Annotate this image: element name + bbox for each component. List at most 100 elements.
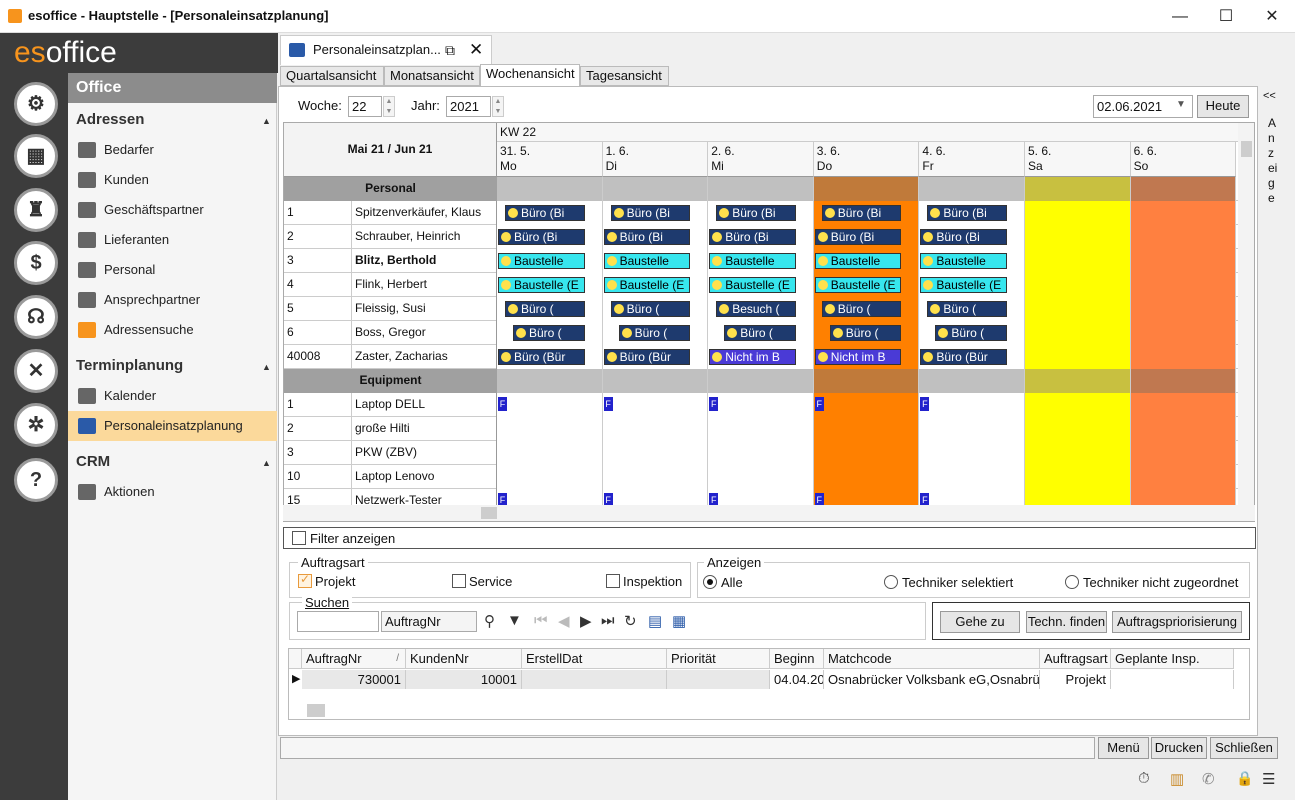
appointment-block[interactable]: Büro (Bür [920,349,1007,365]
day-cell[interactable] [1025,201,1131,225]
day-cell[interactable] [1130,321,1237,345]
appointment-block[interactable]: Büro (Bi [814,229,902,245]
stopwatch-icon[interactable]: ⏱ [1138,770,1150,787]
employee-name[interactable]: Blitz, Berthold [352,249,497,273]
day-cell[interactable] [497,465,603,489]
woche-input[interactable]: 22 [348,96,382,117]
popout-icon[interactable]: ⧉ [445,36,455,64]
day-cell[interactable] [1130,177,1237,201]
day-header[interactable]: 31. 5. Mo [497,142,603,177]
column-header[interactable]: AuftragNr / [302,649,406,669]
day-cell[interactable] [813,177,920,201]
nav-item-adressensuche[interactable]: Adressensuche [68,315,277,345]
collapse-panel-icon[interactable]: << [1263,90,1276,102]
equipment-marker[interactable]: F [603,397,613,411]
day-cell[interactable] [602,393,709,417]
appointment-block[interactable]: Büro (Bi [603,229,691,245]
employee-name[interactable]: Zaster, Zacharias [352,345,497,369]
day-header[interactable]: 5. 6. Sa [1025,142,1131,177]
appointment-block[interactable]: Büro (Bi [610,205,691,221]
phone-icon[interactable]: ✆ [1202,770,1215,788]
support-module-icon[interactable]: ☊ [14,295,58,339]
tab-monatsansicht[interactable]: Monatsansicht [384,66,480,86]
day-cell[interactable] [1130,225,1237,249]
appointment-block[interactable]: Baustelle [498,253,585,269]
jahr-spinner[interactable]: ▲ ▼ [492,96,504,117]
day-cell[interactable] [708,441,814,465]
table-row[interactable]: 40008 Zaster, Zacharias Büro (Bür Büro (Bür… [284,345,1238,369]
table-cell[interactable]: Osnabrücker Volksbank eG,Osnabrüc [824,670,1040,689]
alarm-module-icon[interactable]: ♜ [14,188,58,232]
table-cell[interactable] [522,670,667,689]
appointment-block[interactable]: Büro (Bür [498,349,585,365]
day-cell[interactable] [1130,345,1237,369]
table-row[interactable]: 1 Laptop DELL F F F F F [284,393,1238,417]
appointment-block[interactable]: Büro (Bi [498,229,585,245]
column-header[interactable]: ErstellDat [522,649,667,669]
anzeige-label[interactable]: Anzeige [1268,116,1278,206]
column-header[interactable]: KundenNr [406,649,522,669]
day-cell[interactable] [602,417,709,441]
lock-icon[interactable]: 🔒 [1236,770,1253,787]
table-cell[interactable] [667,670,770,689]
appointment-block[interactable]: Baustelle [709,253,796,269]
settings-module-icon[interactable]: ✲ [14,403,58,447]
menu-button[interactable]: Menü [1098,737,1149,759]
close-window-button[interactable]: ✕ [1249,0,1295,33]
appointment-block[interactable]: Büro (Bi [821,205,902,221]
day-cell[interactable] [1025,321,1131,345]
table-cell[interactable] [1111,670,1234,689]
appointment-block[interactable]: Büro ( [935,325,1007,341]
table-row[interactable]: 1 Spitzenverkäufer, Klaus Büro (Bi Büro (Bi… [284,201,1238,225]
day-cell[interactable] [813,393,920,417]
appointment-block[interactable]: Baustelle [814,253,902,269]
service-checkbox[interactable] [452,574,466,588]
table-cell[interactable]: 10001 [406,670,522,689]
search-icon[interactable]: ⚲ [484,612,495,630]
appointment-block[interactable]: Büro (Bi [927,205,1007,221]
day-cell[interactable] [708,465,814,489]
day-cell[interactable] [1025,273,1131,297]
day-cell[interactable] [708,393,814,417]
day-cell[interactable] [602,369,709,393]
day-cell[interactable] [919,393,1025,417]
inspektion-checkbox[interactable] [606,574,620,588]
equipment-marker[interactable]: F [920,397,930,411]
day-cell[interactable] [1025,177,1131,201]
day-cell[interactable] [1025,417,1131,441]
projekt-checkbox[interactable]: ✓ [298,572,312,588]
day-cell[interactable] [708,417,814,441]
day-cell[interactable] [1130,465,1237,489]
day-cell[interactable] [1025,369,1131,393]
techniker-nicht-zugeordnet-radio[interactable] [1065,575,1079,589]
table-row[interactable]: 10 Laptop Lenovo [284,465,1238,489]
appointment-block[interactable]: Büro ( [821,301,902,317]
day-cell[interactable] [1025,345,1131,369]
office-module-icon[interactable]: ⚙ [14,82,58,126]
appointment-block[interactable]: Baustelle (E [814,277,902,293]
minimize-button[interactable]: — [1157,0,1203,33]
appointment-block[interactable]: Büro ( [829,325,902,341]
next-record-icon[interactable]: ▶ [580,612,592,630]
day-header[interactable]: 6. 6. So [1130,142,1237,177]
day-header[interactable]: 2. 6. Mi [708,142,814,177]
day-cell[interactable] [919,369,1025,393]
appointment-block[interactable]: Büro ( [724,325,796,341]
day-cell[interactable] [1130,441,1237,465]
jahr-input[interactable]: 2021 [446,96,491,117]
building-icon[interactable]: ▥ [1170,770,1184,788]
table-row[interactable]: 2 große Hilti [284,417,1238,441]
employee-name[interactable]: Flink, Herbert [352,273,497,297]
table-row[interactable]: 6 Boss, Gregor Büro (Büro (Büro (Büro (Bür… [284,321,1238,345]
day-cell[interactable] [1025,465,1131,489]
tools-module-icon[interactable]: ✕ [14,349,58,393]
auftragspriorisierung-button[interactable]: Auftragspriorisierung [1112,611,1242,633]
table-row[interactable]: 2 Schrauber, Heinrich Büro (Bi Büro (Bi Büro… [284,225,1238,249]
day-header[interactable]: 4. 6. Fr [919,142,1025,177]
table-row[interactable]: 5 Fleissig, Susi Büro (Büro (Besuch (Büro … [284,297,1238,321]
day-header[interactable]: 3. 6. Do [813,142,920,177]
appointment-block[interactable]: Nicht im B [709,349,796,365]
column-header[interactable]: Priorität [667,649,770,669]
column-header[interactable]: Auftragsart [1040,649,1111,669]
nav-item-personal[interactable]: Personal [68,255,277,285]
